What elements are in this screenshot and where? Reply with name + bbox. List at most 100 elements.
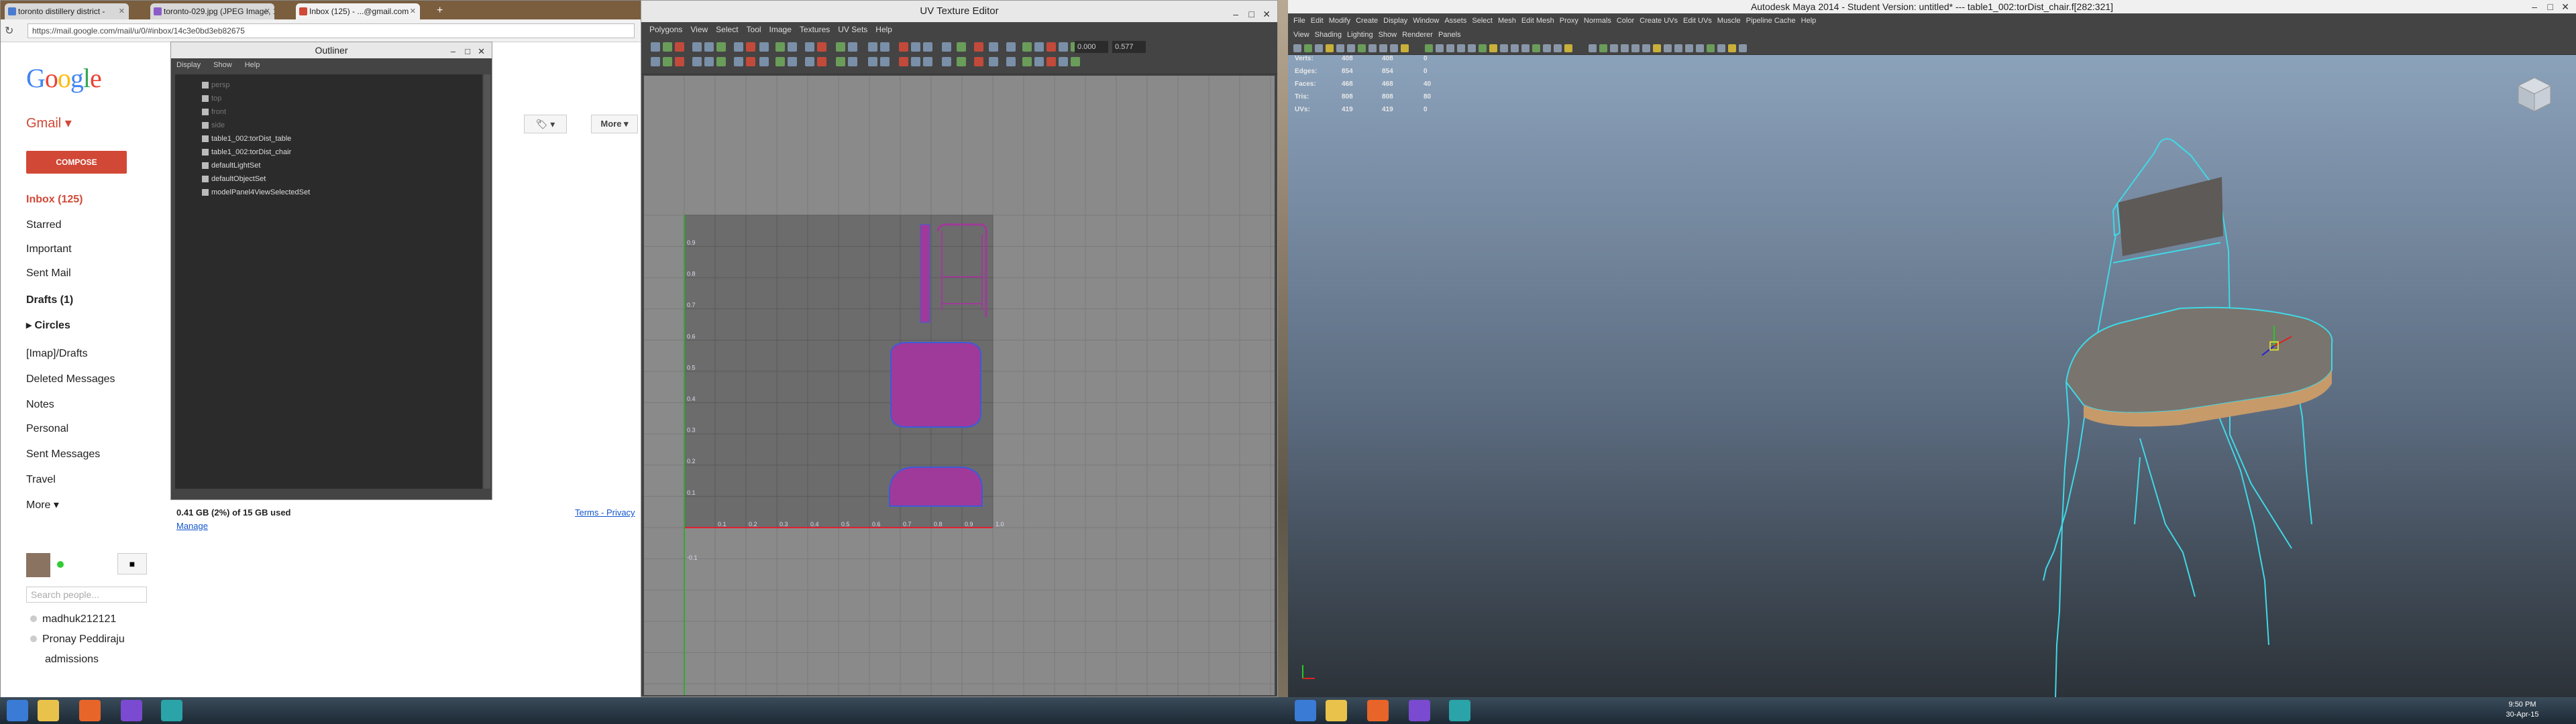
file-explorer-icon[interactable] — [1326, 700, 1347, 721]
uv-editor-titlebar[interactable]: UV Texture Editor – □ ✕ — [641, 1, 1277, 22]
outliner-row[interactable]: front — [202, 108, 226, 116]
panel-menu-item[interactable]: Lighting — [1347, 31, 1373, 39]
uv-tool-icon[interactable] — [704, 57, 714, 66]
google-logo[interactable]: Google — [26, 62, 102, 94]
uv-tool-icon[interactable] — [788, 42, 797, 52]
avatar[interactable] — [26, 553, 50, 577]
maya-menu-item[interactable]: Proxy — [1560, 17, 1578, 25]
panel-tool-icon[interactable] — [1543, 44, 1551, 52]
uv-tool-icon[interactable] — [1006, 42, 1016, 52]
maximize-icon[interactable]: □ — [465, 44, 470, 60]
uv-tool-icon[interactable] — [734, 42, 743, 52]
panel-tool-icon[interactable] — [1532, 44, 1540, 52]
manage-storage-link[interactable]: Manage — [176, 521, 208, 531]
more-actions-button[interactable]: More ▾ — [591, 115, 638, 133]
uv-tool-icon[interactable] — [848, 42, 857, 52]
panel-tool-icon[interactable] — [1739, 44, 1747, 52]
panel-tool-icon[interactable] — [1696, 44, 1704, 52]
uv-tool-icon[interactable] — [989, 42, 998, 52]
uv-tool-icon[interactable] — [788, 57, 797, 66]
panel-tool-icon[interactable] — [1717, 44, 1725, 52]
maya-menu-item[interactable]: Muscle — [1717, 17, 1741, 25]
uv-tool-icon[interactable] — [734, 57, 743, 66]
v-value-field[interactable]: 0.577 — [1112, 41, 1146, 53]
maya-icon[interactable] — [161, 700, 182, 721]
panel-menu-item[interactable]: Show — [1379, 31, 1397, 39]
uv-menu-item[interactable]: Tool — [747, 25, 761, 34]
panel-tool-icon[interactable] — [1653, 44, 1661, 52]
maya-titlebar[interactable]: Autodesk Maya 2014 - Student Version: un… — [1288, 0, 2576, 13]
panel-tool-icon[interactable] — [1511, 44, 1519, 52]
maya-viewport[interactable]: Verts: 408 408 0 Edges: 854 854 0 Faces: 468 468 40… — [1288, 55, 2576, 697]
menu-display[interactable]: Display — [176, 61, 201, 69]
panel-tool-icon[interactable] — [1479, 44, 1487, 52]
uv-tool-icon[interactable] — [957, 57, 966, 66]
gmail-app-switcher[interactable]: Gmail ▾ — [26, 115, 72, 131]
uv-tool-icon[interactable] — [759, 42, 769, 52]
maya-menu-item[interactable]: Help — [1801, 17, 1817, 25]
panel-tool-icon[interactable] — [1368, 44, 1377, 52]
panel-tool-icon[interactable] — [1293, 44, 1301, 52]
contact-item[interactable]: madhuk212121 — [30, 613, 116, 625]
outliner-row[interactable]: defaultLightSet — [202, 162, 260, 170]
panel-tool-icon[interactable] — [1446, 44, 1454, 52]
uv-tool-icon[interactable] — [989, 57, 998, 66]
browser-tab[interactable]: toronto distillery district - ✕ — [5, 3, 129, 19]
uv-tool-icon[interactable] — [651, 57, 660, 66]
outliner-row[interactable]: side — [202, 121, 225, 129]
panel-tool-icon[interactable] — [1621, 44, 1629, 52]
search-people-input[interactable]: Search people... — [26, 587, 147, 603]
uv-tool-icon[interactable] — [1006, 57, 1016, 66]
uv-menu-item[interactable]: View — [690, 25, 708, 34]
maya-menu-item[interactable]: Edit — [1311, 17, 1324, 25]
maya-menu-item[interactable]: Edit UVs — [1683, 17, 1712, 25]
contact-item[interactable]: admissions — [45, 654, 99, 666]
panel-tool-icon[interactable] — [1564, 44, 1572, 52]
uv-tool-icon[interactable] — [675, 42, 684, 52]
firefox-icon[interactable] — [79, 700, 101, 721]
maya-menu-item[interactable]: Modify — [1329, 17, 1350, 25]
address-bar[interactable]: https://mail.google.com/mail/u/0/#inbox/… — [28, 23, 635, 38]
panel-tool-icon[interactable] — [1489, 44, 1497, 52]
close-icon[interactable]: ✕ — [264, 3, 270, 19]
panel-tool-icon[interactable] — [1425, 44, 1433, 52]
uv-tool-icon[interactable] — [1034, 42, 1044, 52]
outliner-titlebar[interactable]: Outliner – □ ✕ — [171, 42, 492, 58]
uv-tool-icon[interactable] — [805, 57, 814, 66]
minimize-icon[interactable]: – — [451, 44, 455, 60]
panel-tool-icon[interactable] — [1674, 44, 1682, 52]
panel-tool-icon[interactable] — [1358, 44, 1366, 52]
browser-tab[interactable]: toronto-029.jpg (JPEG Image, 1 ✕ — [150, 3, 274, 19]
uv-tool-icon[interactable] — [704, 42, 714, 52]
uv-menu-item[interactable]: Select — [716, 25, 738, 34]
sidebar-item[interactable]: Deleted Messages — [26, 369, 115, 389]
uv-menu-item[interactable]: Help — [875, 25, 892, 34]
browser-tab-active[interactable]: Inbox (125) - ...@gmail.com ✕ — [296, 3, 420, 19]
outliner-row[interactable]: table1_002:torDist_chair — [202, 148, 291, 156]
outliner-row[interactable]: persp — [202, 81, 230, 89]
panel-tool-icon[interactable] — [1664, 44, 1672, 52]
chair-model[interactable] — [1288, 55, 2576, 697]
firefox-icon[interactable] — [1367, 700, 1389, 721]
menu-help[interactable]: Help — [245, 61, 260, 69]
chrome-canary-icon[interactable] — [1409, 700, 1430, 721]
uv-tool-icon[interactable] — [651, 42, 660, 52]
panel-tool-icon[interactable] — [1728, 44, 1736, 52]
sidebar-item[interactable]: ▸ Circles — [26, 316, 70, 336]
uv-menu-item[interactable]: Textures — [800, 25, 830, 34]
uv-tool-icon[interactable] — [942, 42, 951, 52]
terms-privacy-link[interactable]: Terms - Privacy — [575, 507, 635, 518]
maya-menu-item[interactable]: File — [1293, 17, 1305, 25]
sidebar-item[interactable]: Personal — [26, 419, 68, 439]
sidebar-item[interactable]: [Imap]/Drafts — [26, 344, 88, 364]
sidebar-item[interactable]: Travel — [26, 470, 56, 490]
uv-tool-icon[interactable] — [974, 42, 983, 52]
maya-menu-item[interactable]: Window — [1413, 17, 1439, 25]
panel-menu-item[interactable]: Panels — [1438, 31, 1461, 39]
maya-menu-item[interactable]: Display — [1383, 17, 1407, 25]
start-button-icon[interactable] — [7, 700, 28, 721]
outliner-row[interactable]: defaultObjectSet — [202, 175, 266, 183]
uv-tool-icon[interactable] — [817, 42, 826, 52]
uv-tool-icon[interactable] — [868, 42, 877, 52]
uv-tool-icon[interactable] — [899, 42, 908, 52]
